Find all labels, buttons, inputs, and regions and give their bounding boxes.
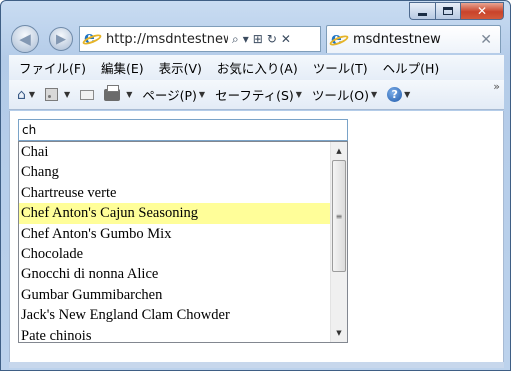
scroll-down-icon[interactable]: ▼ [331, 325, 347, 341]
list-item-selected[interactable]: Chef Anton's Cajun Seasoning [19, 203, 330, 224]
list-item[interactable]: Gumbar Gummibarchen [19, 285, 330, 305]
list-item[interactable]: Gnocchi di nonna Alice [19, 264, 330, 284]
close-icon: ✕ [476, 4, 488, 18]
maximize-button[interactable] [435, 2, 460, 20]
menu-tools[interactable]: ツール(T) [313, 58, 368, 77]
close-window-button[interactable]: ✕ [460, 2, 504, 20]
list-item[interactable]: Pate chinois [19, 326, 330, 342]
home-icon[interactable]: ⌂ [17, 87, 26, 103]
print-icon[interactable] [104, 84, 121, 101]
tab-title: msdntestnew [353, 32, 441, 47]
menu-view[interactable]: 表示(V) [159, 58, 202, 77]
autocomplete-listbox[interactable]: Chai Chang Chartreuse verte Chef Anton's Ca… [18, 141, 348, 343]
page-content: ChaiChangChartreuse verteChef Anton's Ca… [9, 111, 504, 362]
minimize-icon [418, 12, 427, 16]
address-bar-icons: ⌕ ▾ ⊞ ↻ ✕ [232, 32, 295, 47]
autocomplete-input[interactable] [18, 119, 348, 141]
autocomplete-list: Chai Chang Chartreuse verte Chef Anton's Ca… [19, 142, 330, 342]
list-item[interactable]: Chef Anton's Gumbo Mix [19, 224, 330, 244]
menu-file[interactable]: ファイル(F) [19, 58, 86, 77]
back-arrow-icon: ◀ [19, 30, 31, 48]
compat-icon[interactable]: ⊞ [253, 32, 263, 46]
forward-button[interactable]: ▶ [49, 27, 73, 51]
menu-help[interactable]: ヘルプ(H) [383, 58, 440, 77]
minimize-button[interactable] [409, 2, 435, 20]
page-menu-button[interactable]: ページ(P) [142, 85, 197, 104]
list-item[interactable]: Chartreuse verte [19, 183, 330, 203]
tools-dropdown-icon[interactable]: ▼ [371, 90, 377, 99]
mail-icon[interactable] [80, 89, 95, 100]
address-bar-row: ◀ ▶ e http://msdntestnew/ ⌕ ▾ ⊞ ↻ ✕ e ms… [9, 23, 504, 55]
scrollbar-thumb[interactable]: ≡ [332, 160, 346, 272]
print-dropdown-icon[interactable]: ▼ [126, 90, 132, 99]
search-icon[interactable]: ⌕ [232, 32, 239, 47]
scroll-up-icon[interactable]: ▲ [331, 143, 347, 159]
browser-window: ✕ ◀ ▶ e http://msdntestnew/ ⌕ ▾ ⊞ ↻ ✕ e … [0, 0, 511, 371]
tools-menu-button[interactable]: ツール(O) [312, 85, 369, 104]
home-dropdown-icon[interactable]: ▼ [29, 90, 35, 99]
menu-bar: ファイル(F) 編集(E) 表示(V) お気に入り(A) ツール(T) ヘルプ(… [9, 55, 504, 80]
address-bar[interactable]: e http://msdntestnew/ ⌕ ▾ ⊞ ↻ ✕ [79, 26, 321, 52]
help-icon[interactable]: ? [387, 87, 403, 102]
ie-logo-icon: e [81, 28, 103, 48]
help-dropdown-icon[interactable]: ▼ [404, 90, 410, 99]
dropdown-icon[interactable]: ▾ [243, 32, 249, 46]
list-item[interactable]: Jack's New England Clam Chowder [19, 305, 330, 325]
menu-edit[interactable]: 編集(E) [101, 58, 144, 77]
feeds-icon[interactable] [45, 88, 59, 101]
listbox-scrollbar[interactable]: ▲ ≡ ▼ [330, 142, 347, 342]
maximize-icon [443, 7, 453, 15]
more-commands-chevron-icon[interactable]: » [493, 80, 500, 93]
feeds-dropdown-icon[interactable]: ▼ [64, 90, 70, 99]
address-url[interactable]: http://msdntestnew/ [106, 32, 228, 47]
refresh-icon[interactable]: ↻ [267, 32, 277, 46]
forward-arrow-icon: ▶ [56, 31, 66, 47]
tab-close-icon[interactable]: ✕ [480, 32, 492, 48]
page-dropdown-icon[interactable]: ▼ [199, 90, 205, 99]
tab-ie-logo-icon: e [328, 29, 350, 49]
list-item[interactable]: Chocolade [19, 244, 330, 264]
safety-menu-button[interactable]: セーフティ(S) [215, 85, 294, 104]
menu-favorites[interactable]: お気に入り(A) [217, 58, 298, 77]
list-item[interactable]: Chang [19, 162, 330, 182]
list-item[interactable]: Chai [19, 142, 330, 162]
browser-tab[interactable]: e msdntestnew ✕ [326, 25, 501, 53]
back-button[interactable]: ◀ [11, 25, 39, 53]
command-bar: ⌂ ▼ ▼ ▼ ページ(P) ▼ セーフティ(S) ▼ ツール(O) ▼ ? ▼… [9, 80, 504, 110]
status-bar [9, 362, 504, 368]
window-caption-buttons: ✕ [409, 2, 504, 20]
grip-icon: ≡ [335, 211, 343, 221]
safety-dropdown-icon[interactable]: ▼ [296, 90, 302, 99]
stop-icon[interactable]: ✕ [281, 32, 291, 46]
